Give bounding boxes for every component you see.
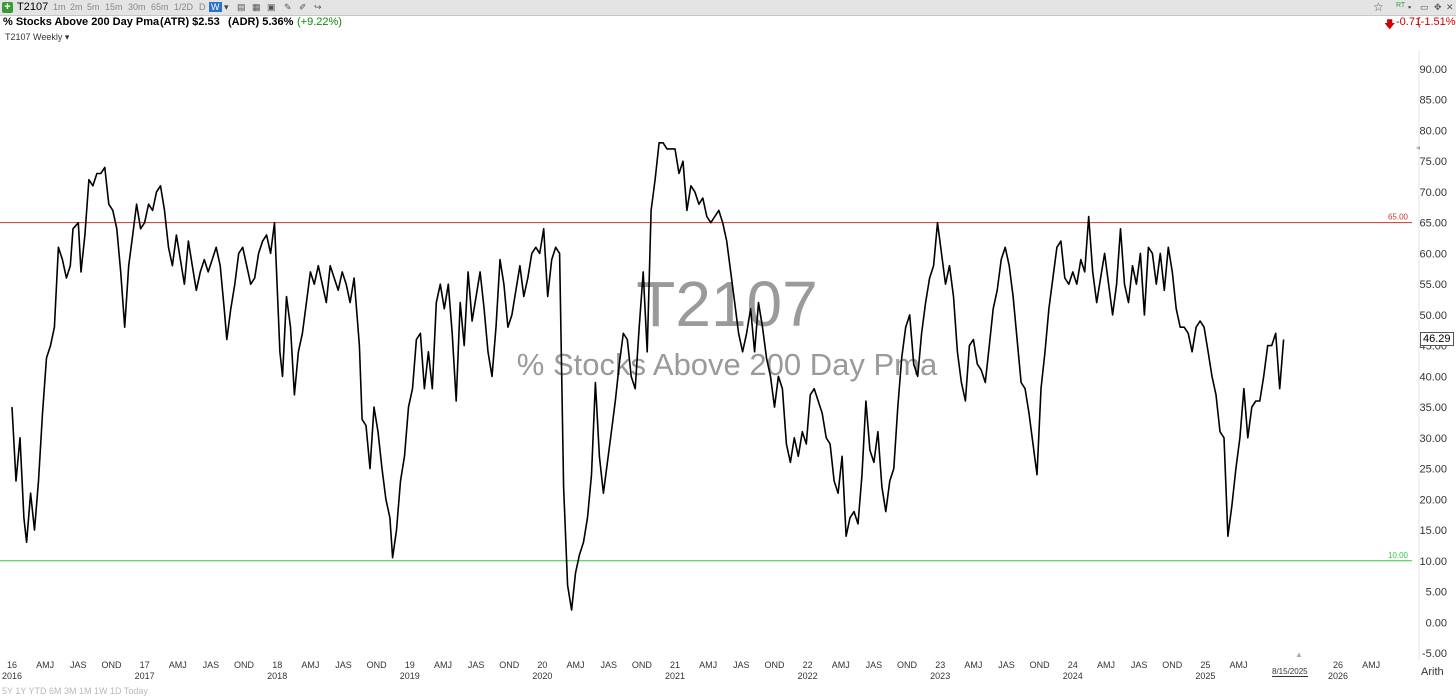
x-tick-label: OND [764,660,785,670]
x-tick-year-label: 2016 [2,671,22,681]
x-tick-label: AMJ [1097,660,1115,670]
x-tick-label: AMJ [36,660,54,670]
x-tick-label: AMJ [567,660,585,670]
y-tick-label: 55.00 [1419,279,1447,291]
x-tick-label: AMJ [832,660,850,670]
x-tick-year-label: 2025 [1195,671,1215,681]
x-tick-label: JAS [468,660,485,670]
reference-line-label: 10.00 [1388,551,1409,560]
y-tick-label: 90.00 [1419,64,1447,76]
x-tick-year-label: 2024 [1063,671,1083,681]
y-tick-label: 40.00 [1419,371,1447,383]
x-tick-label: 22 [803,660,813,670]
x-tick-label: OND [234,660,255,670]
last-value-tag: 46.29 [1420,332,1454,346]
x-tick-label: AMJ [301,660,319,670]
x-tick-year-label: 2022 [798,671,818,681]
reference-line-label: 65.00 [1388,213,1409,222]
y-tick-label: 35.00 [1419,402,1447,414]
x-tick-label: AMJ [1230,660,1248,670]
x-tick-label: AMJ [964,660,982,670]
x-tick-label: AMJ [434,660,452,670]
x-tick-label: 20 [537,660,547,670]
x-tick-label: 18 [272,660,282,670]
x-tick-label: JAS [733,660,750,670]
x-tick-year-label: 2020 [532,671,552,681]
scroll-up-icon[interactable]: ▲ [1295,650,1303,659]
watermark-symbol: T2107 [636,268,817,340]
x-tick-label: 16 [7,660,17,670]
y-tick-label: 5.00 [1426,587,1447,599]
y-tick-label: 20.00 [1419,494,1447,506]
y-tick-label: 65.00 [1419,218,1447,230]
watermark-name: % Stocks Above 200 Day Pma [517,347,938,382]
y-tick-label: 85.00 [1419,95,1447,107]
x-tick-year-label: 2021 [665,671,685,681]
range-selector[interactable]: 5Y 1Y YTD 6M 3M 1M 1W 1D Today [2,686,148,696]
y-tick-label: 70.00 [1419,187,1447,199]
x-tick-label: 26 [1333,660,1343,670]
y-tick-label: 15.00 [1419,525,1447,537]
x-tick-year-label: 2019 [400,671,420,681]
y-tick-label: 10.00 [1419,556,1447,568]
x-tick-label: OND [632,660,653,670]
x-tick-label: JAS [1131,660,1148,670]
x-tick-label: JAS [600,660,617,670]
x-tick-label: 21 [670,660,680,670]
x-tick-label: JAS [70,660,87,670]
y-tick-label: 60.00 [1419,248,1447,260]
x-tick-label: JAS [203,660,220,670]
x-tick-label: OND [367,660,388,670]
x-tick-label: AMJ [699,660,717,670]
x-tick-label: AMJ [169,660,187,670]
y-tick-label: 75.00 [1419,156,1447,168]
x-tick-year-label: 2026 [1328,671,1348,681]
x-tick-year-label: 2017 [135,671,155,681]
current-date-marker: 8/15/2025 [1272,667,1308,677]
x-tick-label: JAS [866,660,883,670]
y-tick-label: 80.00 [1419,125,1447,137]
x-tick-label: OND [1030,660,1051,670]
x-tick-label: OND [101,660,122,670]
x-tick-label: OND [499,660,520,670]
x-tick-label: OND [1162,660,1183,670]
x-tick-label: 19 [405,660,415,670]
y-tick-label: 25.00 [1419,464,1447,476]
x-tick-year-label: 2023 [930,671,950,681]
y-tick-label: 0.00 [1426,617,1447,629]
x-tick-label: OND [897,660,918,670]
x-tick-label: JAS [998,660,1015,670]
y-tick-label: -5.00 [1422,648,1447,660]
y-tick-label: 50.00 [1419,310,1447,322]
collapse-left-icon[interactable]: ◂ [1416,143,1420,152]
x-tick-label: JAS [335,660,352,670]
x-tick-year-label: 2018 [267,671,287,681]
x-tick-label: 24 [1068,660,1078,670]
x-tick-label: 17 [140,660,150,670]
x-tick-label: 23 [935,660,945,670]
y-tick-label: 30.00 [1419,433,1447,445]
x-tick-label: AMJ [1362,660,1380,670]
scale-mode[interactable]: Arith [1421,666,1444,678]
price-chart[interactable]: T2107 % Stocks Above 200 Day Pma 65.00 10… [0,0,1456,698]
x-tick-label: 25 [1200,660,1210,670]
